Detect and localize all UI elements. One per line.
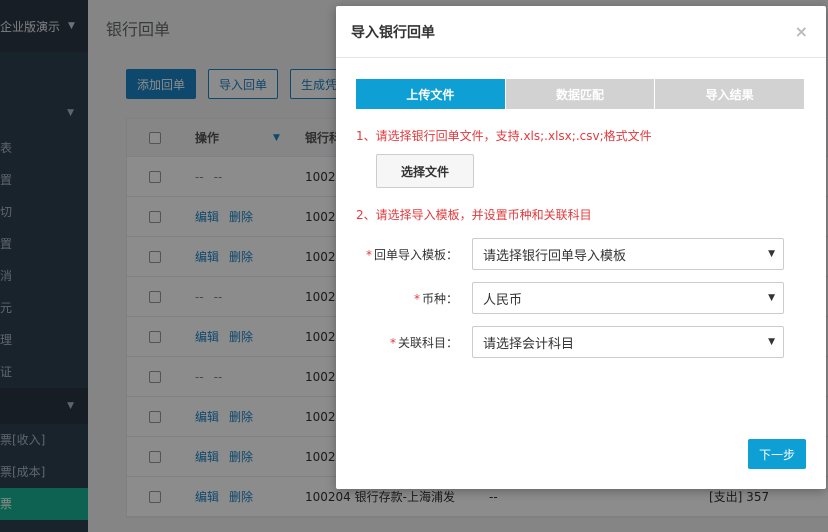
step-indicator: 上传文件 数据匹配 导入结果: [356, 79, 805, 109]
import-dialog: 导入银行回单 × 上传文件 数据匹配 导入结果 1、请选择银行回单文件，支持.x…: [336, 6, 826, 489]
caret-down-icon: ▼: [768, 293, 775, 303]
step-match: 数据匹配: [505, 79, 656, 109]
close-icon[interactable]: ×: [795, 22, 808, 41]
choose-file-button[interactable]: 选择文件: [376, 154, 474, 188]
caret-down-icon: ▼: [768, 337, 775, 347]
hint-file: 1、请选择银行回单文件，支持.xls;.xlsx;.csv;格式文件: [356, 129, 652, 143]
form-row-currency: * 币种： 人民币 ▼: [336, 282, 826, 314]
form-row-account: * 关联科目： 请选择会计科目 ▼: [336, 326, 826, 358]
account-select[interactable]: 请选择会计科目 ▼: [472, 326, 784, 358]
currency-label: 币种：: [421, 291, 458, 306]
next-step-button[interactable]: 下一步: [748, 439, 806, 469]
form-row-template: * 回单导入模板： 请选择银行回单导入模板 ▼: [336, 238, 826, 270]
template-label: 回单导入模板：: [373, 247, 458, 262]
account-label: 关联科目：: [397, 335, 458, 350]
hint-template: 2、请选择导入模板，并设置币种和关联科目: [356, 208, 592, 222]
currency-select[interactable]: 人民币 ▼: [472, 282, 784, 314]
template-select[interactable]: 请选择银行回单导入模板 ▼: [472, 238, 784, 270]
caret-down-icon: ▼: [768, 249, 775, 259]
modal-title: 导入银行回单: [351, 24, 435, 41]
step-upload: 上传文件: [356, 79, 506, 109]
modal-header: 导入银行回单 ×: [336, 6, 826, 58]
step-result: 导入结果: [655, 79, 805, 109]
